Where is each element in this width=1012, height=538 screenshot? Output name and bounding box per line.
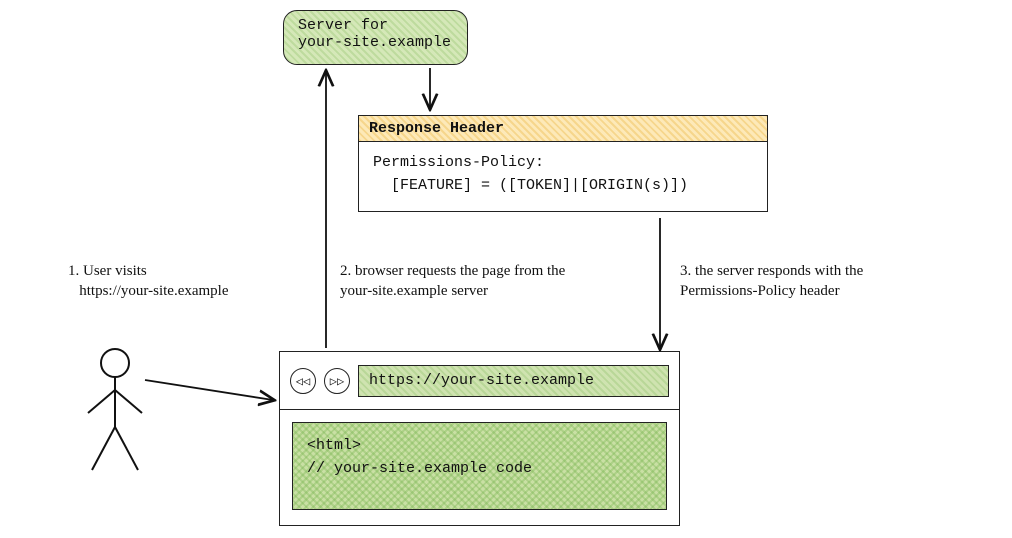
rewind-icon: ◁◁ (296, 375, 310, 387)
page-code-block: <html> // your-site.example code (292, 422, 667, 510)
user-icon (80, 345, 150, 475)
code-line-1: <html> (307, 435, 652, 458)
step-3-num: 3. (680, 263, 691, 279)
step-1-num: 1. (68, 263, 79, 279)
browser-viewport: <html> // your-site.example code (280, 410, 679, 522)
step-3-label: 3. the server responds with the Permissi… (680, 262, 930, 301)
step-2-label: 2. browser requests the page from the yo… (340, 262, 600, 301)
back-button[interactable]: ◁◁ (290, 368, 316, 394)
step-2-text: browser requests the page from the your-… (340, 263, 565, 299)
server-label-line2: your-site.example (298, 34, 453, 51)
response-header-title: Response Header (359, 116, 767, 142)
step-2-num: 2. (340, 263, 351, 279)
step-1-line2: https://your-site.example (79, 283, 228, 299)
forward-button[interactable]: ▷▷ (324, 368, 350, 394)
code-line-2: // your-site.example code (307, 458, 652, 481)
step-1-label: 1. User visits https://your-site.example (68, 262, 278, 301)
policy-key: Permissions-Policy: (373, 154, 544, 171)
fast-forward-icon: ▷▷ (330, 375, 344, 387)
response-header-body: Permissions-Policy: [FEATURE] = ([TOKEN]… (359, 142, 767, 211)
server-node: Server for your-site.example (283, 10, 468, 65)
url-text: https://your-site.example (369, 372, 594, 389)
response-header-box: Response Header Permissions-Policy: [FEA… (358, 115, 768, 212)
policy-value: [FEATURE] = ([TOKEN]|[ORIGIN(s)]) (373, 175, 753, 198)
browser-window: ◁◁ ▷▷ https://your-site.example <html> /… (279, 351, 680, 526)
browser-toolbar: ◁◁ ▷▷ https://your-site.example (280, 352, 679, 410)
server-label-line1: Server for (298, 17, 453, 34)
url-bar[interactable]: https://your-site.example (358, 365, 669, 397)
step-1-line1: User visits (83, 263, 147, 279)
arrow-user-to-browser (145, 380, 273, 400)
step-3-text: the server responds with the Permissions… (680, 263, 863, 299)
